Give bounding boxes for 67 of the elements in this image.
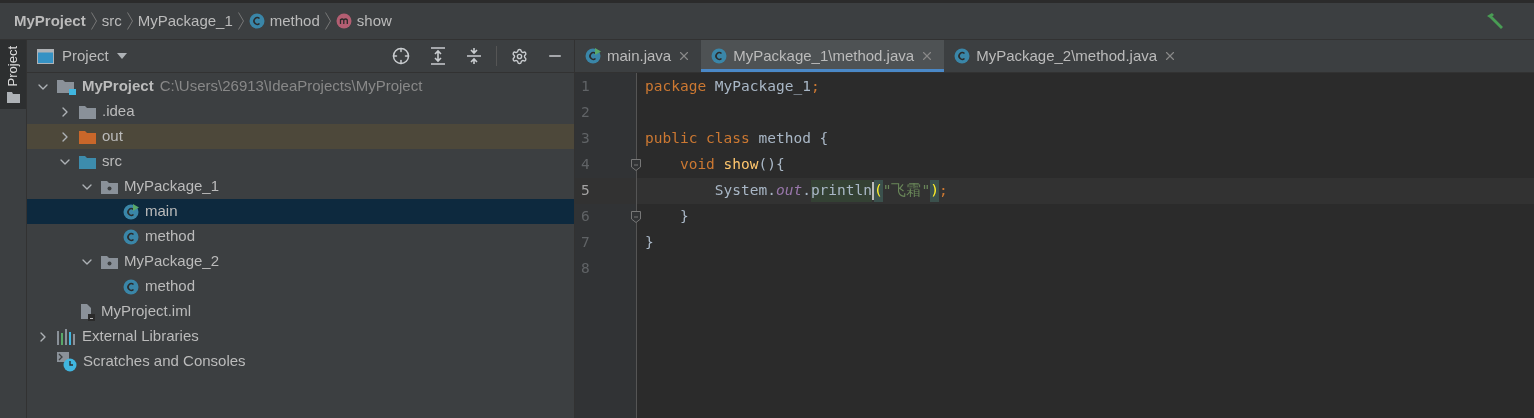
tree-label: Scratches and Consoles <box>83 351 246 372</box>
tab-label: main.java <box>607 45 672 66</box>
project-folder-icon <box>57 78 76 95</box>
tree-item[interactable]: MyProject.iml <box>27 299 574 324</box>
tree-label: method <box>145 226 196 247</box>
separator-chevron-icon <box>126 12 133 30</box>
breadcrumb-item[interactable]: show <box>335 9 392 33</box>
tree-label: out <box>102 126 123 147</box>
separator-chevron-icon <box>90 12 97 30</box>
tab-label: MyPackage_1\method.java <box>733 45 915 66</box>
tree-label: MyPackage_2 <box>124 251 220 272</box>
tree-label: External Libraries <box>82 326 199 347</box>
code-line: package MyPackage_1; <box>644 77 821 97</box>
tree-label: main <box>145 201 178 222</box>
tree-item[interactable]: method <box>27 224 574 249</box>
code-line: } <box>644 233 655 253</box>
expand-all-icon[interactable] <box>430 47 446 65</box>
tree-item[interactable]: MyProject C:\Users\26913\IdeaProjects\MyProject <box>27 74 574 99</box>
tab-label: MyPackage_2\method.java <box>976 45 1158 66</box>
class-icon <box>248 13 265 29</box>
breadcrumb-item[interactable]: method <box>248 9 320 33</box>
code-line: } <box>678 207 690 227</box>
tree-item[interactable]: External Libraries <box>27 324 574 349</box>
tree-label: method <box>145 276 196 297</box>
tree-label: src <box>102 151 122 172</box>
code-editor[interactable]: package MyPackage_1; public class method { void show(){ System.out.println("飞霜"); } } <box>637 73 1534 418</box>
window-icon <box>37 48 54 64</box>
project-tool-tab[interactable]: Project <box>0 40 26 110</box>
editor-tab[interactable]: MyPackage_2\method.java <box>944 40 1188 72</box>
hammer-icon[interactable] <box>1486 12 1506 30</box>
package-folder-icon <box>101 179 118 194</box>
tree-label: MyProject <box>82 76 154 97</box>
breadcrumb-item[interactable]: MyPackage_1 <box>137 9 233 33</box>
fold-marker-icon[interactable] <box>631 211 641 223</box>
folder-icon <box>6 92 20 104</box>
tree-item[interactable]: MyPackage_1 <box>27 174 574 199</box>
settings-icon[interactable] <box>511 47 528 65</box>
tree-item[interactable]: MyPackage_2 <box>27 249 574 274</box>
tree-item[interactable]: src <box>27 149 574 174</box>
tree-label: .idea <box>102 101 135 122</box>
fold-marker-icon[interactable] <box>631 159 641 171</box>
scratches-icon <box>57 351 77 372</box>
project-path: C:\Users\26913\IdeaProjects\MyProject <box>159 76 423 97</box>
tree-item[interactable]: main <box>27 199 574 224</box>
tree-item[interactable]: out <box>27 124 574 149</box>
tree-item[interactable]: Scratches and Consoles <box>27 349 574 374</box>
collapse-all-icon[interactable] <box>466 47 482 65</box>
editor-tab[interactable]: main.java <box>575 40 702 72</box>
package-folder-icon <box>101 254 118 269</box>
method-icon <box>335 13 352 29</box>
locate-icon[interactable] <box>392 47 410 65</box>
tree-label: MyPackage_1 <box>124 176 220 197</box>
panel-title[interactable]: Project <box>62 44 109 68</box>
code-line: public class method { <box>644 129 830 149</box>
tree-item[interactable]: method <box>27 274 574 299</box>
tree-item[interactable]: .idea <box>27 99 574 124</box>
dropdown-caret-icon[interactable] <box>116 53 127 59</box>
code-line: void show(){ <box>678 155 786 175</box>
separator-chevron-icon <box>237 12 244 30</box>
breadcrumb-item[interactable]: src <box>101 9 122 33</box>
line-number: 5 <box>580 181 590 201</box>
editor-tab[interactable]: MyPackage_1\method.java <box>701 40 945 72</box>
tree-label: MyProject.iml <box>101 301 191 322</box>
separator-chevron-icon <box>324 12 331 30</box>
breadcrumb-item[interactable]: MyProject <box>14 9 86 33</box>
module-file-icon <box>79 302 95 321</box>
libraries-icon <box>57 328 76 345</box>
